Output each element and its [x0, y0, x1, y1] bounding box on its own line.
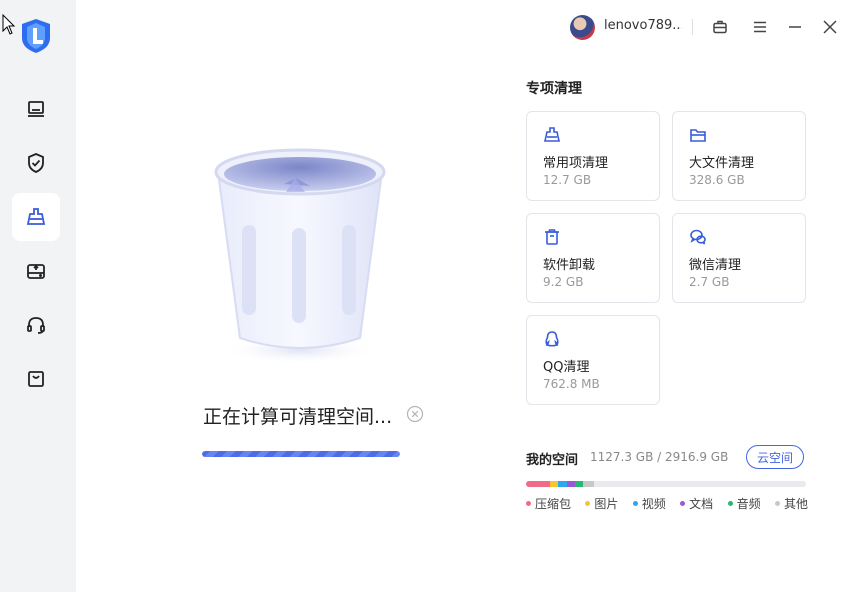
cloud-space-button[interactable]: 云空间 [746, 445, 804, 469]
trash-can-illustration [214, 148, 386, 364]
sidebar-item-drive[interactable] [12, 247, 60, 295]
username[interactable]: lenovo789... [604, 18, 682, 33]
menu-button[interactable] [750, 17, 770, 37]
shield-check-icon [28, 153, 44, 173]
laptop-icon [28, 101, 44, 117]
storage-usage-bar [526, 481, 806, 487]
legend-item-other: 其他 [774, 495, 808, 512]
card-name: 大文件清理 [689, 156, 755, 171]
cancel-scan-icon[interactable] [406, 405, 424, 423]
bag-icon [28, 371, 44, 387]
card-size: 2.7 GB [689, 275, 730, 289]
card-name: QQ清理 [543, 360, 590, 375]
avatar[interactable] [570, 15, 595, 40]
card-name: 软件卸载 [543, 258, 596, 273]
card-size: 12.7 GB [543, 173, 592, 187]
legend-dot [680, 501, 686, 506]
headset-icon [27, 317, 45, 334]
my-space-title: 我的空间 [526, 453, 579, 468]
legend-label: 其他 [783, 497, 808, 511]
storage-segment-images [550, 481, 558, 487]
card-qq-cleanup[interactable]: QQ清理 762.8 MB [526, 315, 660, 405]
card-wechat-cleanup[interactable]: 微信清理 2.7 GB [672, 213, 806, 303]
folder-icon [690, 129, 706, 142]
sidebar-item-support[interactable] [12, 301, 60, 349]
legend-dot [774, 501, 780, 506]
titlebar-divider [692, 19, 693, 35]
legend-item-images: 图片 [585, 495, 618, 512]
scan-status-text: 正在计算可清理空间... [203, 406, 393, 428]
legend-dot [585, 501, 591, 506]
close-icon [823, 20, 837, 34]
legend-label: 文档 [689, 497, 714, 511]
card-size: 762.8 MB [543, 377, 600, 391]
cleanup-section-title: 专项清理 [526, 81, 582, 97]
broom-icon [26, 208, 46, 225]
card-large-file-cleanup[interactable]: 大文件清理 328.6 GB [672, 111, 806, 201]
app-window: lenovo789... 正在计算可清理空间... 专项清理 常用项清理 12.… [0, 0, 865, 592]
menu-icon [754, 21, 766, 33]
broom-icon [544, 127, 560, 142]
storage-segment-audio [575, 481, 583, 487]
sidebar-item-device[interactable] [12, 85, 60, 133]
toolbox-button[interactable] [710, 17, 730, 37]
legend-label: 图片 [594, 497, 619, 511]
legend-item-documents: 文档 [680, 495, 713, 512]
scan-progress-bar [202, 451, 400, 457]
trash-icon [545, 229, 559, 245]
card-common-cleanup[interactable]: 常用项清理 12.7 GB [526, 111, 660, 201]
mouse-cursor-icon [2, 14, 16, 35]
legend-dot [632, 501, 638, 506]
card-uninstall[interactable]: 软件卸载 9.2 GB [526, 213, 660, 303]
minimize-icon [789, 26, 801, 28]
legend-label: 音频 [736, 497, 761, 511]
qq-icon [545, 331, 559, 347]
toolbox-icon [713, 20, 727, 34]
card-size: 9.2 GB [543, 275, 584, 289]
legend-label: 视频 [641, 497, 666, 511]
storage-legend: 压缩包 图片 视频 文档 音频 其他 [526, 495, 808, 512]
legend-item-video: 视频 [632, 495, 666, 512]
wechat-icon [690, 229, 706, 245]
legend-item-audio: 音频 [727, 495, 761, 512]
card-size: 328.6 GB [689, 173, 745, 187]
app-logo [22, 19, 50, 53]
storage-segment-archive [526, 481, 550, 487]
card-name: 常用项清理 [543, 156, 609, 171]
storage-segment-documents [567, 481, 575, 487]
my-space-value: 1127.3 GB / 2916.9 GB [590, 450, 729, 464]
sidebar-item-store[interactable] [12, 355, 60, 403]
storage-segment-video [558, 481, 567, 487]
legend-dot [526, 501, 531, 506]
legend-dot [727, 501, 733, 506]
sidebar-item-cleanup[interactable] [12, 193, 60, 241]
sidebar-item-security[interactable] [12, 139, 60, 187]
sidebar [0, 0, 76, 592]
minimize-button[interactable] [785, 17, 805, 37]
legend-label: 压缩包 [535, 497, 572, 511]
scan-progress-fill [202, 451, 400, 457]
storage-segment-other [583, 481, 594, 487]
drive-upload-icon [27, 264, 45, 279]
close-button[interactable] [820, 17, 840, 37]
card-name: 微信清理 [689, 258, 742, 273]
legend-item-archive: 压缩包 [526, 495, 571, 512]
